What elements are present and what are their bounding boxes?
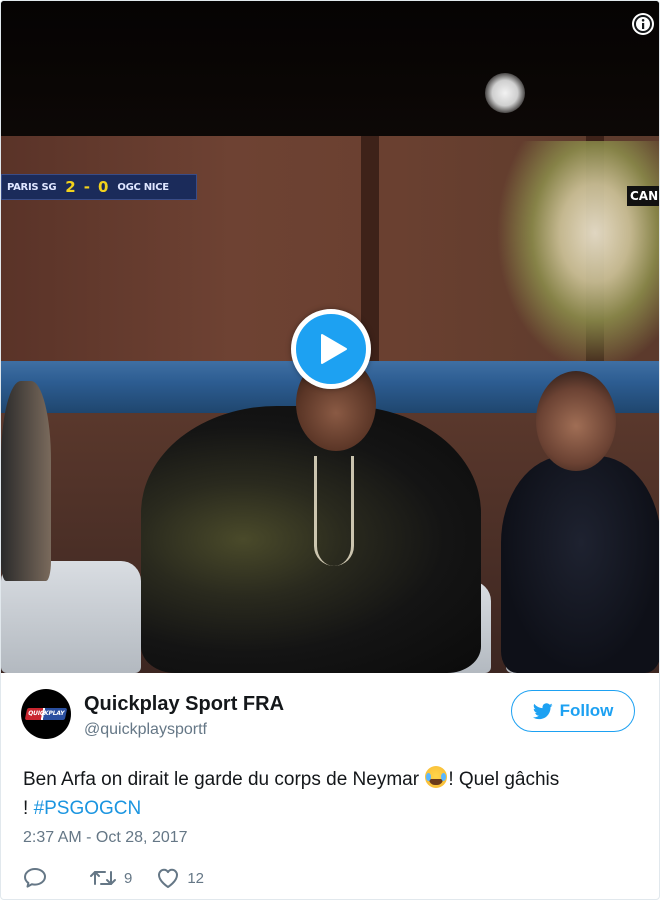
reply-icon	[24, 868, 46, 888]
retweet-button[interactable]: 9	[89, 868, 132, 888]
play-icon	[321, 334, 347, 364]
home-score: 2	[65, 178, 76, 196]
tweet-text-part1: Ben Arfa on dirait le garde du corps de …	[23, 769, 425, 790]
author-handle[interactable]: @quickplaysportf	[84, 721, 207, 739]
tweet-timestamp[interactable]: 2:37 AM - Oct 28, 2017	[23, 829, 188, 847]
ceiling-light	[485, 73, 525, 113]
follow-button[interactable]: Follow	[511, 690, 635, 732]
retweet-icon	[90, 871, 116, 885]
tweet-header: QUICKPLAY Quickplay Sport FRA @quickplay…	[21, 689, 641, 749]
tweet-text: Ben Arfa on dirait le garde du corps de …	[23, 765, 639, 823]
author-name[interactable]: Quickplay Sport FRA	[84, 693, 284, 716]
away-score: 0	[97, 178, 109, 196]
person-left-edge	[1, 381, 51, 581]
tweet-text-part3: !	[23, 798, 34, 819]
twitter-bird-icon	[532, 702, 553, 719]
like-count: 12	[187, 869, 205, 887]
flower-arrangement	[496, 141, 659, 371]
video-dark-top	[1, 1, 659, 136]
like-button[interactable]: 12	[156, 867, 204, 889]
score-separator: -	[83, 178, 90, 196]
video-player[interactable]: PARIS SG 2 - 0 OGC NICE CAN	[1, 1, 659, 673]
retweet-count: 9	[124, 869, 133, 887]
away-team: OGC NICE	[117, 181, 169, 193]
play-button[interactable]	[291, 309, 371, 389]
person-right	[501, 456, 659, 673]
hashtag-link[interactable]: #PSGOGCN	[34, 798, 142, 819]
scoreboard: PARIS SG 2 - 0 OGC NICE	[1, 174, 197, 200]
person-right-head	[536, 371, 616, 471]
follow-label: Follow	[559, 701, 614, 720]
avatar[interactable]: QUICKPLAY	[21, 689, 71, 739]
reply-button[interactable]	[23, 867, 47, 889]
tears-of-joy-emoji-icon	[425, 766, 448, 788]
necklace	[314, 456, 354, 566]
home-team: PARIS SG	[7, 181, 57, 193]
avatar-logo: QUICKPLAY	[24, 708, 68, 720]
tweet-card: PARIS SG 2 - 0 OGC NICE CAN QUICKPLAY Qu…	[0, 0, 660, 900]
heart-icon	[158, 868, 179, 888]
channel-logo: CAN	[627, 186, 659, 206]
info-icon[interactable]	[632, 13, 654, 35]
tweet-text-part2: ! Quel gâchis	[448, 769, 560, 790]
person-center	[141, 406, 481, 673]
tweet-actions: 9 12	[23, 865, 228, 891]
